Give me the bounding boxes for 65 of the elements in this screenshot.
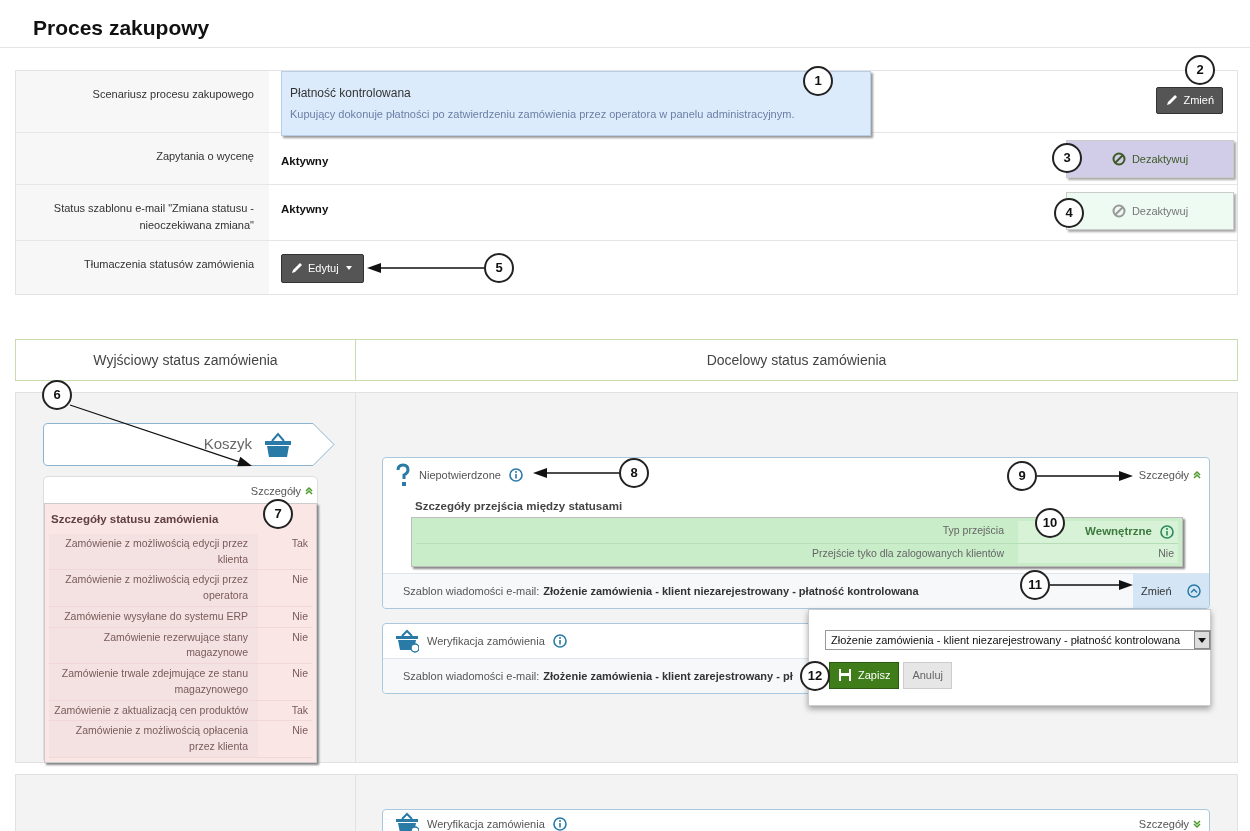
detail-label: Zamówienie z możliwością opłacenia przez klienta [49,721,258,757]
detail-value: Nie [291,666,309,681]
detail-label: Zamówienie z możliwością edycji przez operatora [49,570,258,606]
pencil-icon [290,261,304,276]
cancel-button[interactable]: Anuluj [903,662,952,689]
edit-dropdown-button[interactable]: Edytuj [281,254,364,283]
basket-icon [395,629,419,654]
ban-icon [1111,204,1126,218]
setting-label: Zapytania o wycenę [16,133,269,184]
detail-label: Zamówienie z aktualizacją cen produktów [49,700,258,721]
detail-label: Przejście tyko dla zalogowanych klientów [811,545,1005,561]
collapse-icon[interactable] [1187,584,1201,599]
details-title: Szczegóły statusu zamówienia [51,511,219,527]
detail-value: Nie [291,723,309,739]
details-link[interactable]: Szczegóły [1138,466,1189,484]
detail-value: Wewnętrzne [1085,524,1152,540]
ban-icon [1111,152,1126,166]
detail-value: Nie [291,629,309,645]
template-name: Złożenie zamówienia - klient zarejestrowany - pł [543,669,793,684]
setting-label: Scenariusz procesu zakupowego [16,71,269,132]
callout-number: 3 [1052,143,1082,173]
detail-label: Zamówienie rezerwujące stany magazynowe [49,627,258,663]
question-icon [395,463,411,487]
template-select[interactable]: Złożenie zamówienia - klient niezarejestrowany - płatność kontrolowana [825,630,1211,650]
details-title: Szczegóły przejścia między statusami [415,499,624,514]
status-value: Aktywny [281,154,329,169]
details-link[interactable]: Szczegóły [1138,815,1189,831]
transition-name: Niepotwierdzone [419,467,501,483]
setting-label: Tłumaczenia statusów zamówienia [16,241,269,294]
detail-value: Nie [291,608,309,624]
scenario-title: Płatność kontrolowana [290,85,412,102]
callout-number: 4 [1054,198,1084,228]
change-button[interactable]: Zmień [1156,87,1223,114]
info-icon [552,817,567,831]
change-link[interactable]: Zmień [1141,583,1172,600]
detail-label: Typ przejścia [941,523,1005,539]
status-name: Koszyk [203,434,252,455]
column-header: Docelowy status zamówienia [705,350,888,370]
info-icon [552,634,567,649]
info-icon [1160,524,1174,539]
basket-icon [264,431,292,458]
pencil-icon [1165,93,1180,108]
status-value: Aktywny [281,202,329,217]
page-title: Proces zakupowy [0,0,1250,48]
callout-number: 2 [1185,55,1215,85]
detail-label: Zamówienie z możliwością edycji przez klienta [49,533,258,570]
transition-name: Weryfikacja zamówienia [427,816,545,831]
detail-label: Zamówienie wysyłane do systemu ERP [49,606,258,627]
details-link[interactable]: Szczegóły [250,483,301,500]
scenario-description: Kupujący dokonuje płatności po zatwierdzeniu zamówienia przez operatora w panelu administracyjnym. [290,107,796,122]
detail-value: Nie [291,572,309,588]
transition-name: Weryfikacja zamówienia [427,634,545,649]
template-label: Szablon wiadomości e-mail: [403,669,540,684]
template-label: Szablon wiadomości e-mail: [403,584,540,599]
detail-value: Nie [1158,545,1174,561]
detail-value: Tak [290,702,309,718]
detail-value: Tak [290,535,309,551]
detail-label: Zamówienie trwale zdejmujące ze stanu magazynowego [49,664,258,700]
callout-number: 5 [484,253,514,283]
callout-number: 1 [803,66,833,96]
save-button[interactable]: Zapisz [829,662,900,689]
setting-label: Status szablonu e-mail "Zmiana statusu - nieoczekiwana zmiana" [16,185,269,240]
template-name: Złożenie zamówienia - klient niezarejestrowany - płatność kontrolowana [543,584,919,599]
column-header: Wyjściowy status zamówienia [16,340,356,380]
info-icon [508,468,523,482]
